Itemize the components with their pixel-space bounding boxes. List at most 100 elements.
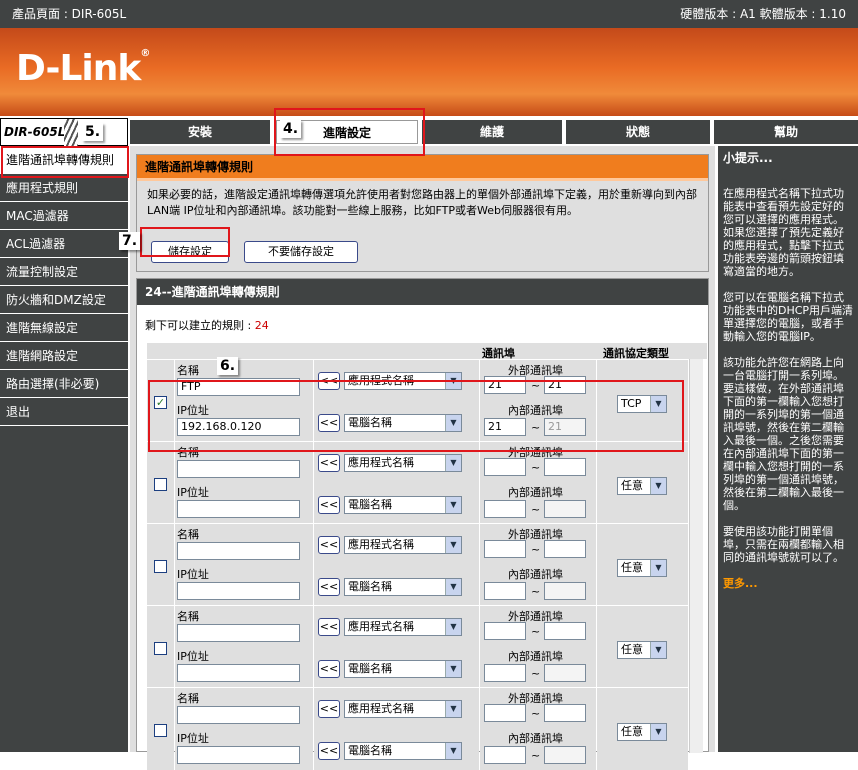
rule-enable-checkbox[interactable] [154, 724, 167, 737]
external-port-start-input[interactable] [484, 540, 526, 558]
rule-enable-checkbox[interactable] [154, 560, 167, 573]
internal-port-end-input [544, 664, 586, 682]
callout-box-first-rule [148, 380, 684, 452]
sidebar-item-advanced-wireless[interactable]: 進階無線設定 [0, 314, 128, 342]
external-port-end-input[interactable] [544, 458, 586, 476]
rule-enable-checkbox[interactable] [154, 642, 167, 655]
rule-enable-checkbox[interactable] [154, 478, 167, 491]
name-label: 名稱 [177, 692, 199, 705]
rule-port-cell: 外部通訊埠 ~ 內部通訊埠 ~ [480, 524, 596, 606]
tab-help[interactable]: 幫助 [714, 120, 858, 144]
rule-name-input[interactable] [177, 624, 300, 642]
range-separator: ~ [531, 707, 541, 720]
protocol-select[interactable]: 任意 ▼ [617, 641, 667, 659]
internal-port-end-input [544, 582, 586, 600]
protocol-select[interactable]: 任意 ▼ [617, 559, 667, 577]
internal-port-end-input [544, 746, 586, 764]
application-name-select[interactable]: 應用程式名稱 ▼ [344, 700, 462, 718]
protocol-select[interactable]: 任意 ▼ [617, 723, 667, 741]
dlink-logo: D-Link® [16, 48, 150, 89]
apply-application-button[interactable]: << [318, 454, 340, 472]
internal-port-start-input[interactable] [484, 500, 526, 518]
callout-label-7: 7. [119, 232, 141, 250]
sidebar-item-advanced-network[interactable]: 進階網路設定 [0, 342, 128, 370]
rule-name-ip-cell: 名稱 IP位址 [175, 688, 313, 770]
rules-scrollbar[interactable] [689, 359, 703, 753]
model-badge: DIR-605L [0, 118, 128, 146]
external-port-start-input[interactable] [484, 622, 526, 640]
sidebar-item-traffic-control[interactable]: 流量控制設定 [0, 258, 128, 286]
rule-ip-input[interactable] [177, 500, 300, 518]
apply-application-button[interactable]: << [318, 700, 340, 718]
sidebar: 進階通訊埠轉傳規則 應用程式規則 MAC過濾器 ACL過濾器 流量控制設定 防火… [0, 146, 128, 752]
ip-label: IP位址 [177, 486, 209, 499]
callout-box-sidebar-item [1, 146, 129, 178]
computer-name-select[interactable]: 電腦名稱 ▼ [344, 660, 462, 678]
rule-select-cell: << 應用程式名稱 ▼ << 電腦名稱 ▼ [314, 606, 479, 688]
chevron-down-icon: ▼ [445, 497, 461, 513]
version-label: 硬體版本 : A1 軟體版本 : 1.10 [680, 7, 846, 21]
computer-name-select[interactable]: 電腦名稱 ▼ [344, 496, 462, 514]
rules-title: 24--進階通訊埠轉傳規則 [137, 279, 708, 305]
rule-name-input[interactable] [177, 542, 300, 560]
name-label: 名稱 [177, 364, 199, 377]
rule-ip-input[interactable] [177, 582, 300, 600]
apply-computer-button[interactable]: << [318, 578, 340, 596]
tab-status[interactable]: 狀態 [566, 120, 712, 144]
rule-ip-input[interactable] [177, 746, 300, 764]
protocol-select[interactable]: 任意 ▼ [617, 477, 667, 495]
rule-protocol-cell: 任意 ▼ [597, 442, 688, 524]
chevron-down-icon: ▼ [445, 701, 461, 717]
apply-computer-button[interactable]: << [318, 496, 340, 514]
rules-box: 24--進階通訊埠轉傳規則 剩下可以建立的規則 : 24 通訊埠 通訊協定類型 … [136, 278, 709, 770]
external-port-start-input[interactable] [484, 458, 526, 476]
apply-application-button[interactable]: << [318, 536, 340, 554]
computer-name-select[interactable]: 電腦名稱 ▼ [344, 742, 462, 760]
sidebar-item-logout[interactable]: 退出 [0, 398, 128, 426]
sidebar-item-firewall-dmz[interactable]: 防火牆和DMZ設定 [0, 286, 128, 314]
internal-port-start-input[interactable] [484, 664, 526, 682]
rule-row: 名稱 IP位址 << 應用程式名稱 ▼ << 電腦名稱 ▼ 外部通訊埠 ~ 內部通訊埠 ~ 任意 ▼ [147, 605, 707, 688]
tab-setup[interactable]: 安裝 [130, 120, 272, 144]
top-info-bar: 產品頁面 : DIR-605L 硬體版本 : A1 軟體版本 : 1.10 [0, 0, 858, 28]
hint-application-name: 在應用程式名稱下拉式功能表中查看預先設定好的您可以選擇的應用程式。如果您選擇了預… [723, 187, 844, 278]
rule-row: 名稱 IP位址 << 應用程式名稱 ▼ << 電腦名稱 ▼ 外部通訊埠 ~ 內部通訊埠 ~ 任意 ▼ [147, 523, 707, 606]
rule-port-cell: 外部通訊埠 ~ 內部通訊埠 ~ [480, 606, 596, 688]
hint-single-port: 要使用該功能打開單個埠，只需在兩欄都輸入相同的通訊埠號就可以了。 [723, 525, 844, 564]
rule-name-input[interactable] [177, 460, 300, 478]
external-port-end-input[interactable] [544, 704, 586, 722]
sidebar-item-application-rules[interactable]: 應用程式規則 [0, 174, 128, 202]
rule-ip-input[interactable] [177, 664, 300, 682]
tab-maintenance[interactable]: 維護 [422, 120, 564, 144]
range-separator: ~ [531, 543, 541, 556]
chevron-down-icon: ▼ [445, 579, 461, 595]
range-separator: ~ [531, 667, 541, 680]
apply-application-button[interactable]: << [318, 618, 340, 636]
rule-checkbox-cell [147, 524, 174, 606]
external-port-end-input[interactable] [544, 622, 586, 640]
model-label: DIR-605L [4, 125, 66, 139]
sidebar-item-mac-filter[interactable]: MAC過濾器 [0, 202, 128, 230]
sidebar-item-routing[interactable]: 路由選擇(非必要) [0, 370, 128, 398]
brand-banner: D-Link® [0, 28, 858, 116]
callout-label-4: 4. [280, 120, 302, 138]
application-name-select[interactable]: 應用程式名稱 ▼ [344, 618, 462, 636]
apply-computer-button[interactable]: << [318, 660, 340, 678]
application-name-select[interactable]: 應用程式名稱 ▼ [344, 454, 462, 472]
callout-box-save-button [140, 227, 230, 257]
apply-computer-button[interactable]: << [318, 742, 340, 760]
chevron-down-icon: ▼ [650, 642, 666, 658]
internal-port-start-input[interactable] [484, 746, 526, 764]
chevron-down-icon: ▼ [445, 619, 461, 635]
rule-name-input[interactable] [177, 706, 300, 724]
sidebar-item-acl-filter[interactable]: ACL過濾器 [0, 230, 128, 258]
internal-port-start-input[interactable] [484, 582, 526, 600]
external-port-end-input[interactable] [544, 540, 586, 558]
computer-name-select[interactable]: 電腦名稱 ▼ [344, 578, 462, 596]
dont-save-settings-button[interactable]: 不要儲存設定 [244, 241, 358, 263]
application-name-select[interactable]: 應用程式名稱 ▼ [344, 536, 462, 554]
hints-more-link[interactable]: 更多... [723, 577, 854, 590]
external-port-start-input[interactable] [484, 704, 526, 722]
rule-port-cell: 外部通訊埠 ~ 內部通訊埠 ~ [480, 688, 596, 770]
rule-row: 名稱 IP位址 << 應用程式名稱 ▼ << 電腦名稱 ▼ 外部通訊埠 ~ 內部通訊埠 ~ 任意 ▼ [147, 687, 707, 770]
